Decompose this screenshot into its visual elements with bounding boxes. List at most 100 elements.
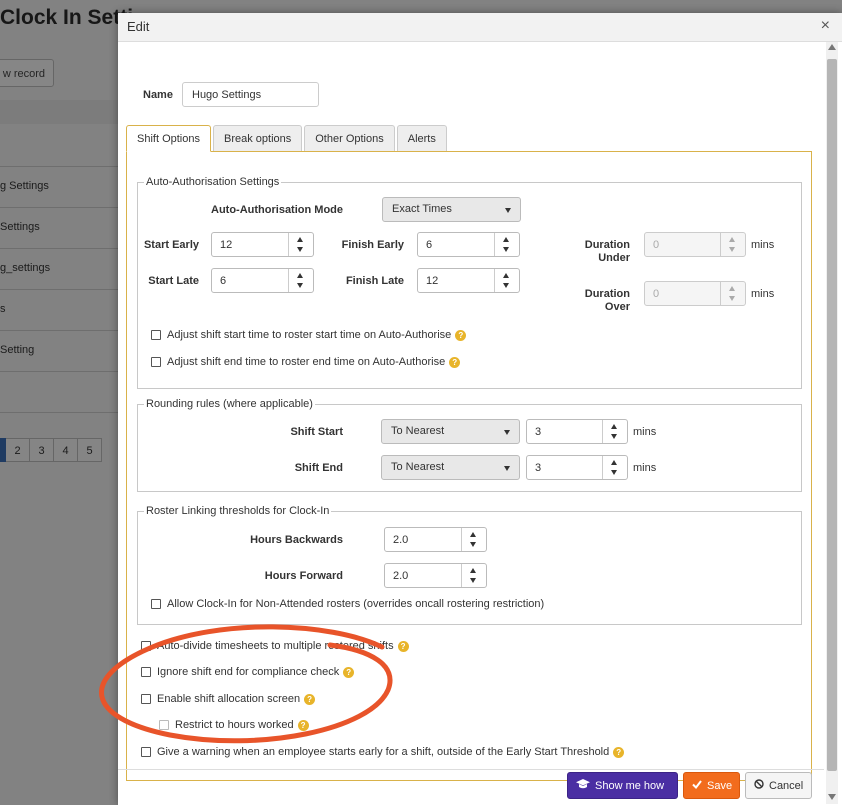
- hours-forward-spin-buttons[interactable]: [461, 564, 486, 587]
- scroll-down-icon[interactable]: [828, 794, 836, 800]
- tab-other-options[interactable]: Other Options: [304, 125, 395, 151]
- duration-over-spin-buttons[interactable]: [720, 282, 745, 305]
- shift-end-mode-select[interactable]: To Nearest: [381, 455, 520, 480]
- scroll-up-icon[interactable]: [828, 44, 836, 50]
- save-button[interactable]: Save: [683, 772, 740, 799]
- help-icon[interactable]: ?: [343, 666, 355, 678]
- spin-down-icon[interactable]: [503, 283, 509, 288]
- shift-start-label: Shift Start: [290, 426, 343, 438]
- spin-up-icon[interactable]: [729, 237, 735, 242]
- restrict-hours-checkbox[interactable]: [159, 720, 169, 730]
- adjust-end-checkbox[interactable]: [151, 357, 161, 367]
- enable-allocation-option[interactable]: Enable shift allocation screen ?: [141, 693, 316, 705]
- ignore-shift-end-option[interactable]: Ignore shift end for compliance check ?: [141, 666, 355, 678]
- start-late-spin-buttons[interactable]: [288, 269, 313, 292]
- hours-backwards-stepper[interactable]: 2.0: [384, 527, 487, 552]
- spin-up-icon[interactable]: [611, 460, 617, 465]
- hours-forward-value: 2.0: [393, 570, 409, 582]
- duration-over-value: 0: [653, 288, 660, 300]
- hours-backwards-value: 2.0: [393, 534, 409, 546]
- enable-allocation-checkbox[interactable]: [141, 694, 151, 704]
- tab-shift-options[interactable]: Shift Options: [126, 125, 211, 152]
- shift-start-spin-buttons[interactable]: [602, 420, 627, 443]
- tab-alerts[interactable]: Alerts: [396, 125, 447, 151]
- tab-break-options[interactable]: Break options: [212, 125, 303, 151]
- shift-start-mode-value: To Nearest: [391, 425, 445, 437]
- spin-down-icon[interactable]: [729, 247, 735, 252]
- shift-end-spin-buttons[interactable]: [602, 456, 627, 479]
- adjust-start-checkbox[interactable]: [151, 330, 161, 340]
- spin-down-icon[interactable]: [297, 283, 303, 288]
- spin-down-icon[interactable]: [729, 296, 735, 301]
- help-icon[interactable]: ?: [613, 746, 625, 758]
- spin-down-icon[interactable]: [470, 542, 476, 547]
- help-icon[interactable]: ?: [449, 356, 461, 368]
- early-start-warning-checkbox[interactable]: [141, 747, 151, 757]
- spin-up-icon[interactable]: [470, 532, 476, 537]
- cancel-button[interactable]: Cancel: [745, 772, 812, 799]
- spin-up-icon[interactable]: [729, 286, 735, 291]
- allow-clockin-option[interactable]: Allow Clock-In for Non-Attended rosters …: [151, 598, 544, 610]
- help-icon[interactable]: ?: [297, 719, 309, 731]
- start-late-stepper[interactable]: 6: [211, 268, 314, 293]
- auto-divide-option[interactable]: Auto-divide timesheets to multiple roste…: [141, 640, 409, 652]
- finish-early-spin-buttons[interactable]: [494, 233, 519, 256]
- shift-start-mode-select[interactable]: To Nearest: [381, 419, 520, 444]
- start-early-stepper[interactable]: 12: [211, 232, 314, 257]
- shift-end-rounding-stepper[interactable]: 3: [526, 455, 628, 480]
- close-icon[interactable]: ×: [821, 17, 830, 35]
- adjust-start-option[interactable]: Adjust shift start time to roster start …: [151, 329, 467, 341]
- spin-up-icon[interactable]: [611, 424, 617, 429]
- finish-late-stepper[interactable]: 12: [417, 268, 520, 293]
- restrict-hours-option[interactable]: Restrict to hours worked ?: [159, 719, 309, 731]
- allow-clockin-checkbox[interactable]: [151, 599, 161, 609]
- start-late-label: Start Late: [148, 275, 199, 287]
- show-me-how-button[interactable]: Show me how: [567, 772, 678, 799]
- auto-auth-mode-select[interactable]: Exact Times: [382, 197, 521, 222]
- allow-clockin-label: Allow Clock-In for Non-Attended rosters …: [167, 598, 545, 610]
- spin-up-icon[interactable]: [503, 273, 509, 278]
- enable-allocation-label: Enable shift allocation screen: [157, 693, 301, 705]
- shift-start-rounding-stepper[interactable]: 3: [526, 419, 628, 444]
- shift-start-rounding-value: 3: [535, 426, 542, 438]
- cancel-label: Cancel: [769, 780, 804, 792]
- restrict-hours-label: Restrict to hours worked: [175, 719, 294, 731]
- hours-forward-stepper[interactable]: 2.0: [384, 563, 487, 588]
- spin-down-icon[interactable]: [297, 247, 303, 252]
- spin-down-icon[interactable]: [611, 434, 617, 439]
- name-input[interactable]: [182, 82, 319, 107]
- auto-divide-checkbox[interactable]: [141, 641, 151, 651]
- spin-up-icon[interactable]: [503, 237, 509, 242]
- help-icon[interactable]: ?: [304, 693, 316, 705]
- spin-up-icon[interactable]: [470, 568, 476, 573]
- finish-early-stepper[interactable]: 6: [417, 232, 520, 257]
- adjust-start-label: Adjust shift start time to roster start …: [167, 329, 452, 341]
- finish-late-spin-buttons[interactable]: [494, 269, 519, 292]
- help-icon[interactable]: ?: [455, 329, 467, 341]
- name-label: Name: [143, 89, 173, 101]
- spin-down-icon[interactable]: [470, 578, 476, 583]
- shift-options-panel: Auto-Authorisation Settings Auto-Authori…: [126, 151, 812, 781]
- early-start-warning-label: Give a warning when an employee starts e…: [157, 746, 610, 758]
- duration-over-label: Duration: [584, 288, 630, 300]
- finish-late-value: 12: [426, 275, 439, 287]
- spin-down-icon[interactable]: [611, 470, 617, 475]
- adjust-end-option[interactable]: Adjust shift end time to roster end time…: [151, 356, 461, 368]
- duration-under-stepper[interactable]: 0: [644, 232, 746, 257]
- duration-under-spin-buttons[interactable]: [720, 233, 745, 256]
- help-icon[interactable]: ?: [397, 640, 409, 652]
- auto-auth-mode-label: Auto-Authorisation Mode: [211, 204, 343, 216]
- spin-up-icon[interactable]: [297, 273, 303, 278]
- ignore-shift-end-checkbox[interactable]: [141, 667, 151, 677]
- spin-down-icon[interactable]: [503, 247, 509, 252]
- dialog-scrollbar[interactable]: [826, 42, 838, 804]
- scroll-thumb[interactable]: [827, 59, 837, 771]
- graduation-cap-icon: [576, 773, 590, 800]
- start-early-spin-buttons[interactable]: [288, 233, 313, 256]
- early-start-warning-option[interactable]: Give a warning when an employee starts e…: [141, 746, 625, 758]
- start-early-value: 12: [220, 239, 233, 251]
- spin-up-icon[interactable]: [297, 237, 303, 242]
- hours-backwards-spin-buttons[interactable]: [461, 528, 486, 551]
- duration-over-stepper[interactable]: 0: [644, 281, 746, 306]
- chevron-down-icon: [504, 430, 510, 435]
